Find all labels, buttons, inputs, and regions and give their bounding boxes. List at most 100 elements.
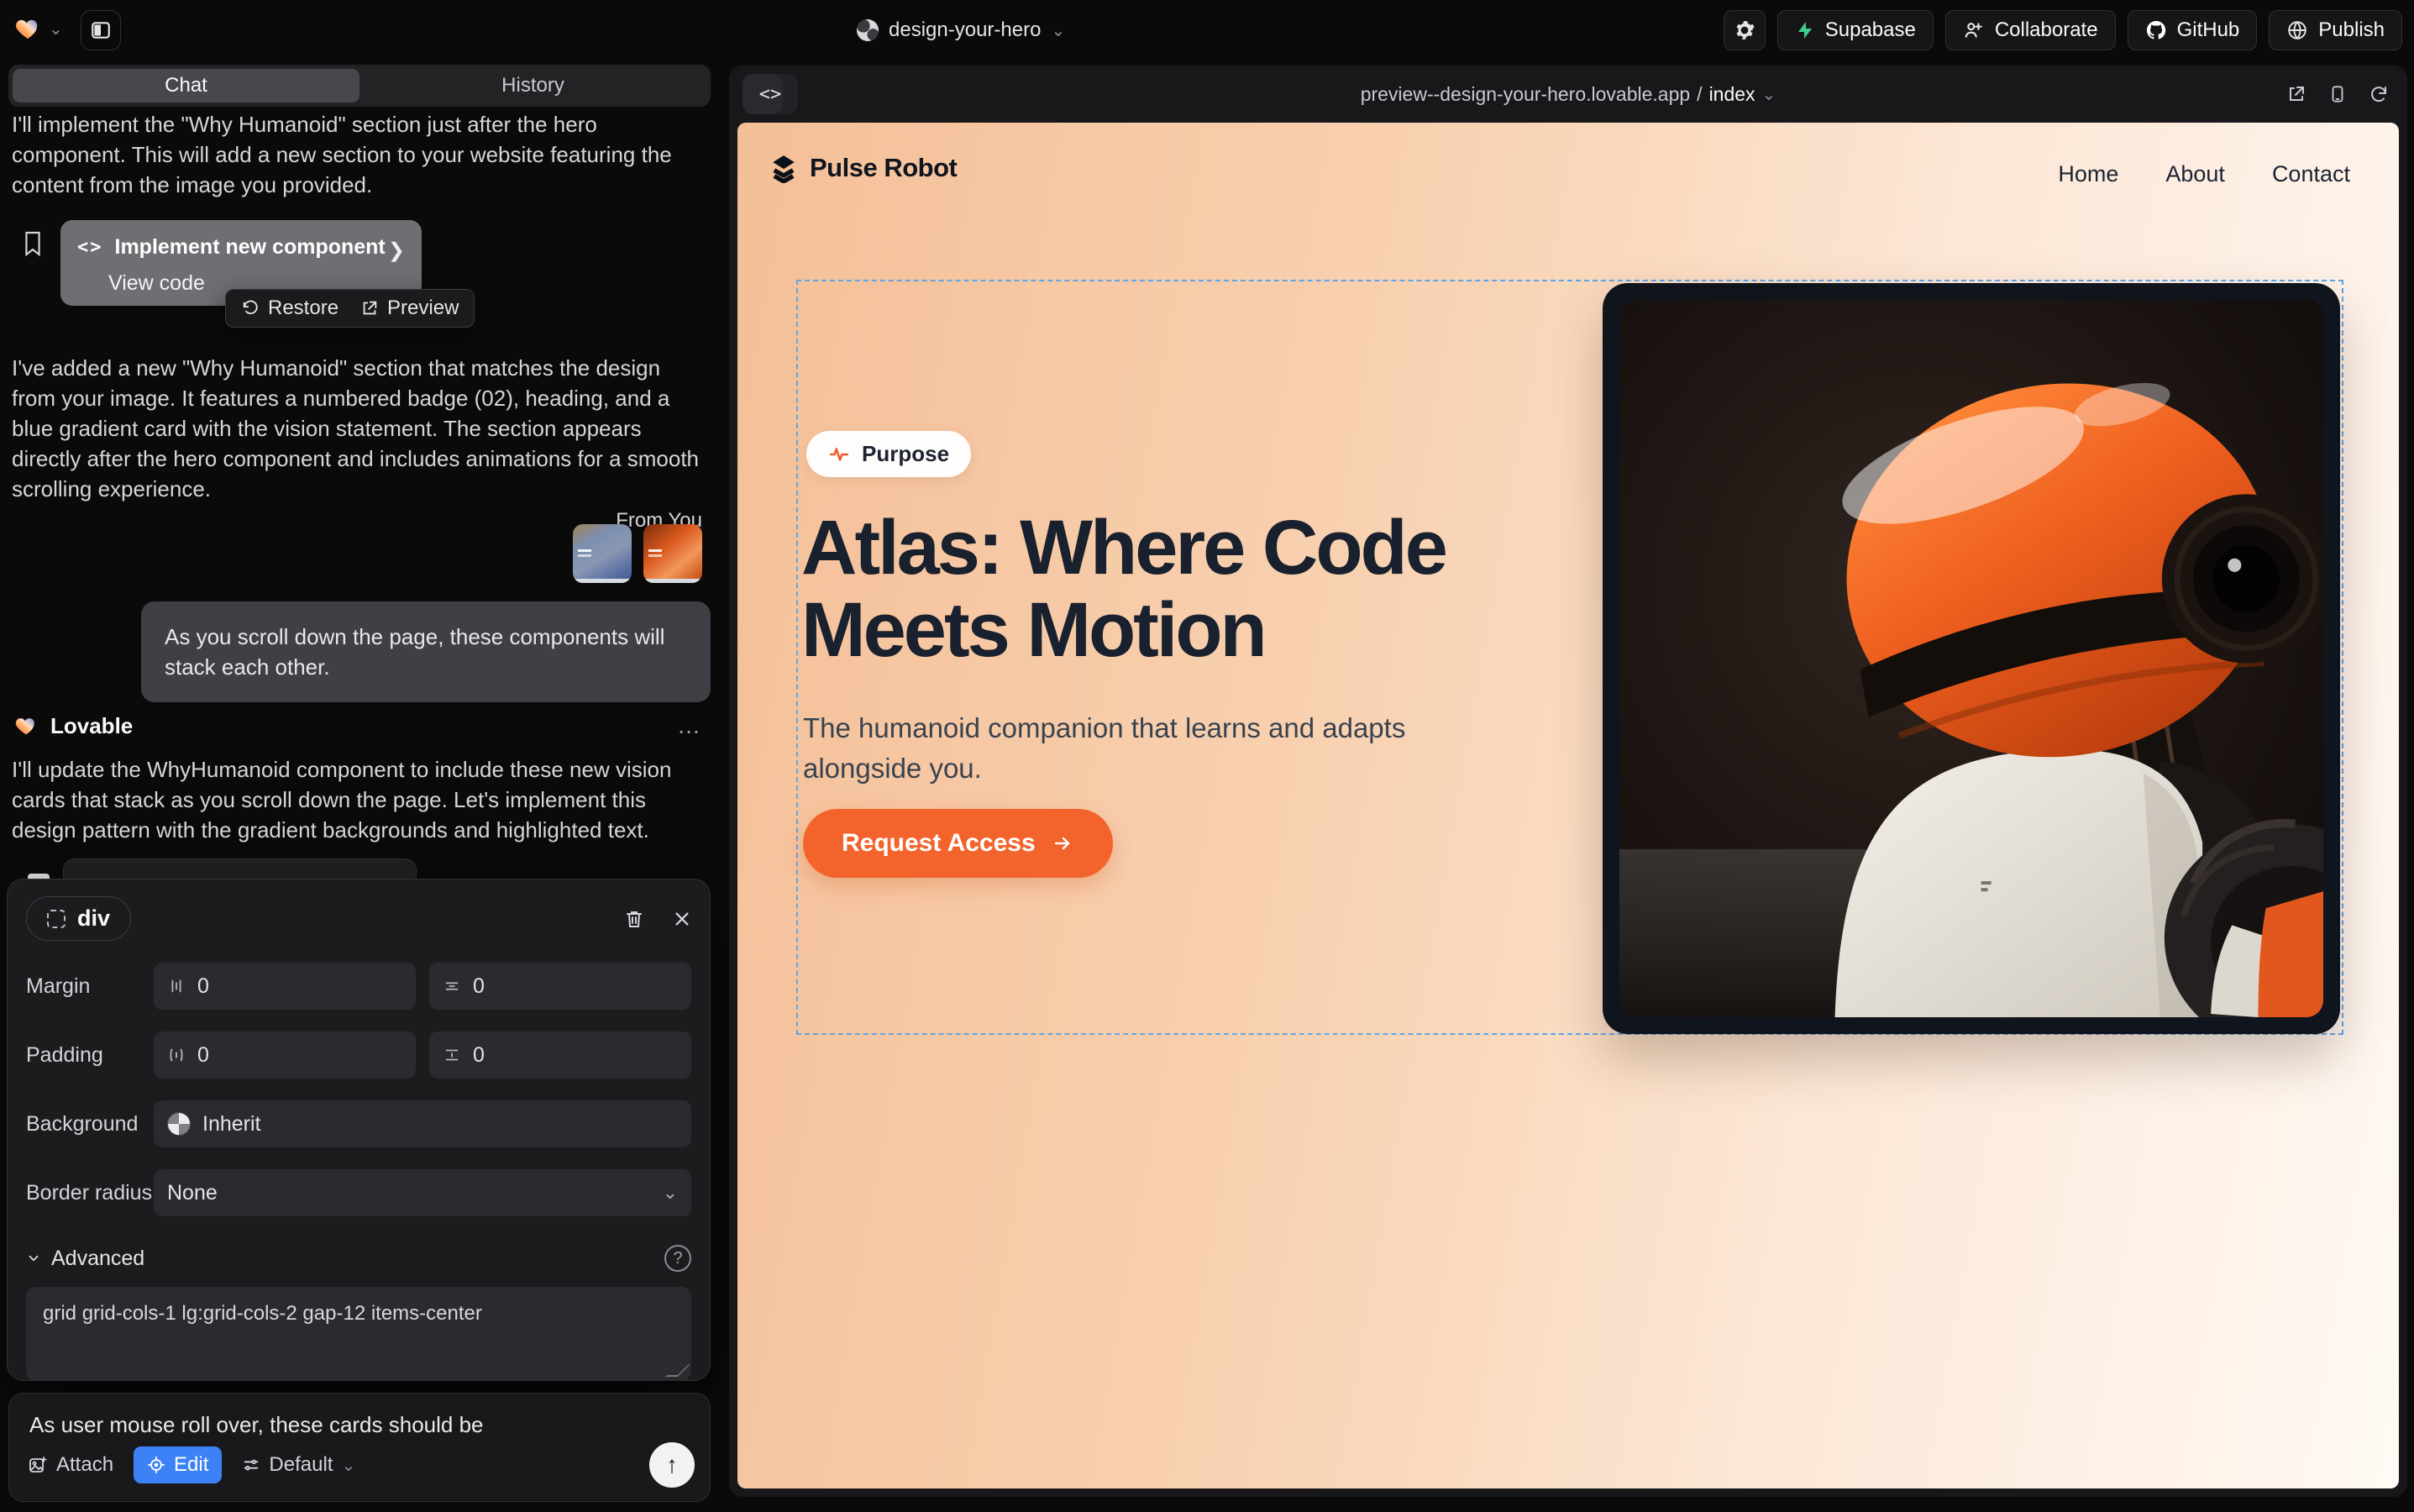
preview-url[interactable]: preview--design-your-hero.lovable.app / …: [1361, 83, 1776, 106]
composer-input[interactable]: As user mouse roll over, these cards sho…: [29, 1412, 690, 1438]
tab-history[interactable]: History: [359, 69, 706, 102]
pulse-icon: [828, 444, 850, 465]
border-radius-select[interactable]: None ⌄: [154, 1169, 691, 1216]
message-menu-button[interactable]: …: [677, 712, 702, 739]
project-switcher[interactable]: design-your-hero ⌄: [857, 0, 1065, 60]
publish-button[interactable]: Publish: [2269, 10, 2402, 50]
project-favicon: [857, 19, 879, 41]
tab-chat-label: Chat: [165, 74, 207, 97]
lovable-menu-button[interactable]: ⌄: [13, 15, 63, 42]
hero-heading: Atlas: Where Code Meets Motion: [801, 507, 1666, 672]
supabase-button[interactable]: Supabase: [1777, 10, 1934, 50]
github-button[interactable]: GitHub: [2128, 10, 2258, 50]
padding-horizontal-icon: [167, 1046, 186, 1064]
github-icon: [2145, 19, 2167, 41]
preview-url-page: index: [1709, 83, 1755, 106]
gear-icon: [1734, 19, 1755, 41]
assistant-header: Lovable …: [13, 712, 702, 739]
restore-label: Restore: [268, 297, 338, 320]
margin-vertical-icon: [443, 977, 461, 995]
component-card-title: Implement new component: [115, 235, 386, 260]
robot-image: [1619, 300, 2323, 1017]
background-swatch: [167, 1112, 191, 1136]
lovable-heart-icon: [13, 714, 39, 738]
purpose-badge: Purpose: [806, 431, 971, 477]
tab-chat[interactable]: Chat: [13, 69, 359, 102]
advanced-section-toggle[interactable]: Advanced: [51, 1247, 144, 1271]
supabase-icon: [1795, 19, 1815, 41]
tab-history-label: History: [501, 74, 564, 97]
site-logo[interactable]: Pulse Robot: [769, 153, 957, 183]
chat-panel: Chat History I'll implement the "Why Hum…: [0, 60, 716, 1512]
padding-label: Padding: [26, 1043, 154, 1068]
border-radius-value: None: [167, 1181, 218, 1205]
edit-label: Edit: [174, 1453, 208, 1477]
selected-element-chip[interactable]: div: [26, 896, 131, 941]
sidebar-toggle-button[interactable]: [81, 10, 121, 50]
sliders-icon: [242, 1456, 260, 1474]
restore-button[interactable]: Restore: [241, 297, 338, 320]
model-selector[interactable]: Default ⌄: [242, 1453, 355, 1477]
margin-horizontal-input[interactable]: 0: [154, 963, 416, 1010]
padding-vertical-input[interactable]: 0: [429, 1032, 691, 1079]
attachment-image-1[interactable]: [573, 524, 632, 583]
request-access-button[interactable]: Request Access: [803, 809, 1113, 878]
chat-composer[interactable]: As user mouse roll over, these cards sho…: [8, 1393, 711, 1502]
collaborate-button[interactable]: Collaborate: [1945, 10, 2116, 50]
advanced-classes-textarea[interactable]: grid grid-cols-1 lg:grid-cols-2 gap-12 i…: [26, 1287, 691, 1381]
send-button[interactable]: ↑: [649, 1442, 695, 1488]
github-label: GitHub: [2177, 18, 2240, 42]
edit-mode-button[interactable]: Edit: [134, 1446, 222, 1483]
target-icon: [147, 1456, 165, 1474]
mobile-view-icon[interactable]: [2328, 83, 2347, 105]
sidebar-panel-icon: [90, 19, 112, 41]
preview-pane: <> preview--design-your-hero.lovable.app…: [729, 66, 2407, 1497]
nav-about[interactable]: About: [2165, 161, 2225, 187]
close-icon: [673, 910, 691, 928]
chevron-down-icon: ⌄: [49, 18, 63, 39]
preview-url-separator: /: [1697, 83, 1702, 106]
hero-robot-card: [1603, 283, 2340, 1034]
background-label: Background: [26, 1112, 154, 1137]
margin-label: Margin: [26, 974, 154, 999]
padding-horizontal-input[interactable]: 0: [154, 1032, 416, 1079]
padding-vertical-icon: [443, 1046, 461, 1064]
selected-div-outline[interactable]: Purpose Atlas: Where Code Meets Motion T…: [796, 280, 2343, 1035]
nav-home[interactable]: Home: [2058, 161, 2118, 187]
padding-horizontal-value: 0: [197, 1043, 209, 1068]
preview-button[interactable]: Preview: [360, 297, 459, 320]
preview-label: Preview: [387, 297, 459, 320]
code-icon: <>: [77, 237, 103, 258]
code-view-toggle[interactable]: <>: [743, 74, 798, 114]
background-input[interactable]: Inherit: [154, 1100, 691, 1147]
background-value: Inherit: [202, 1112, 260, 1137]
nav-contact[interactable]: Contact: [2272, 161, 2350, 187]
delete-element-button[interactable]: [624, 908, 644, 930]
site-viewport: Pulse Robot Home About Contact Purpose A…: [737, 123, 2399, 1488]
chat-tabs: Chat History: [8, 65, 711, 107]
attach-button[interactable]: Attach: [28, 1453, 113, 1477]
element-outline-icon: [47, 910, 66, 928]
site-brand-name: Pulse Robot: [810, 153, 957, 183]
close-inspector-button[interactable]: [673, 910, 691, 928]
chevron-down-icon: ⌄: [1762, 84, 1776, 105]
margin-horizontal-value: 0: [197, 974, 209, 999]
hero-subtitle: The humanoid companion that learns and a…: [803, 708, 1458, 789]
attach-label: Attach: [56, 1453, 113, 1477]
refresh-icon[interactable]: [2369, 84, 2389, 104]
settings-button[interactable]: [1724, 10, 1766, 50]
help-icon[interactable]: ?: [664, 1245, 691, 1272]
external-link-icon: [360, 299, 379, 318]
attachment-image-2[interactable]: [643, 524, 702, 583]
site-nav: Home About Contact: [2058, 161, 2350, 187]
collaborate-icon: [1963, 19, 1985, 41]
open-in-new-tab-icon[interactable]: [2286, 84, 2306, 104]
collaborate-label: Collaborate: [1995, 18, 2098, 42]
user-message-bubble: As you scroll down the page, these compo…: [141, 601, 711, 702]
margin-vertical-input[interactable]: 0: [429, 963, 691, 1010]
layers-logo-icon: [769, 153, 798, 183]
arrow-right-icon: [1051, 833, 1074, 853]
chevron-down-icon[interactable]: [26, 1251, 41, 1266]
restore-preview-popup: Restore Preview: [225, 289, 475, 328]
restore-icon: [241, 299, 260, 318]
